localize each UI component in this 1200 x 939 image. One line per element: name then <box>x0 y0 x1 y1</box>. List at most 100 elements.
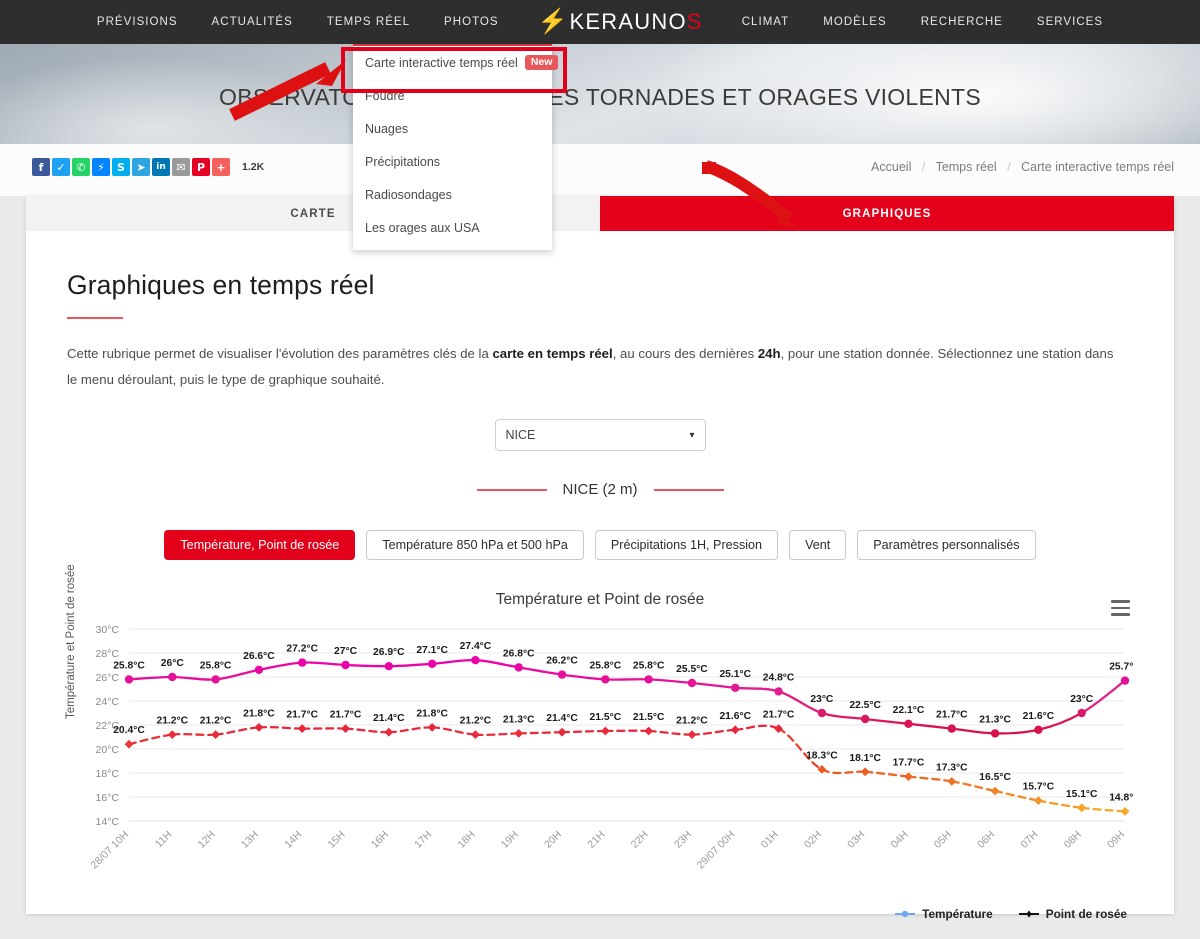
nav-right-group: CLIMAT MODÈLES RECHERCHE SERVICES <box>725 16 1120 28</box>
nav-item-climat[interactable]: CLIMAT <box>725 16 807 28</box>
svg-text:03H: 03H <box>845 829 867 851</box>
top-navigation-bar: PRÉVISIONS ACTUALITÉS TEMPS RÉEL PHOTOS … <box>0 0 1200 44</box>
temperature-dewpoint-chart: Température et Point de rosée Températur… <box>65 565 1133 922</box>
svg-text:19H: 19H <box>499 829 521 851</box>
nav-item-previsions[interactable]: PRÉVISIONS <box>80 16 195 28</box>
nav-item-modeles[interactable]: MODÈLES <box>806 16 903 28</box>
paragraph-bold-carte: carte en temps réel <box>492 346 613 361</box>
svg-text:21.4°C: 21.4°C <box>546 714 578 725</box>
svg-text:21H: 21H <box>585 829 607 851</box>
legend-item-point-de-rosee[interactable]: Point de rosée <box>1018 907 1127 921</box>
dropdown-item-label: Les orages aux USA <box>365 220 480 235</box>
svg-text:27.1°C: 27.1°C <box>416 645 448 656</box>
linkedin-icon[interactable]: in <box>152 158 170 176</box>
svg-text:21.2°C: 21.2°C <box>200 716 232 727</box>
graph-button-vent[interactable]: Vent <box>789 530 847 561</box>
chart-plot-area: 14°C16°C18°C20°C22°C24°C26°C28°C30°C28/0… <box>88 624 1133 872</box>
svg-text:21.5°C: 21.5°C <box>633 712 665 723</box>
legend-label-temperature: Température <box>922 907 993 922</box>
svg-text:21.7°C: 21.7°C <box>936 710 968 721</box>
twitter-icon[interactable]: ✓ <box>52 158 70 176</box>
svg-text:24°C: 24°C <box>96 696 120 708</box>
dropdown-item-orages-usa[interactable]: Les orages aux USA <box>353 211 552 244</box>
svg-text:09H: 09H <box>1105 829 1127 851</box>
email-icon[interactable]: ✉ <box>172 158 190 176</box>
site-logo[interactable]: ⚡ KERAUNOS <box>516 9 725 35</box>
svg-text:23°C: 23°C <box>810 694 834 705</box>
legend-marker-temperature <box>895 911 916 918</box>
svg-text:27.4°C: 27.4°C <box>460 642 492 653</box>
svg-text:21.7°C: 21.7°C <box>286 710 318 721</box>
station-rule-right <box>653 489 724 491</box>
graph-type-button-row: Température, Point de rosée Température … <box>67 530 1133 561</box>
svg-text:05H: 05H <box>932 829 954 851</box>
chart-title: Température et Point de rosée <box>495 591 705 609</box>
graph-button-precipitations-pression[interactable]: Précipitations 1H, Pression <box>594 530 779 561</box>
tab-graphiques[interactable]: GRAPHIQUES <box>600 196 1174 231</box>
nav-item-temps-reel[interactable]: TEMPS RÉEL <box>310 16 427 28</box>
svg-text:17.3°C: 17.3°C <box>936 763 968 774</box>
nav-left-group: PRÉVISIONS ACTUALITÉS TEMPS RÉEL PHOTOS <box>80 16 516 28</box>
dropdown-item-foudre[interactable]: Foudre <box>353 79 552 112</box>
svg-text:21.5°C: 21.5°C <box>590 712 622 723</box>
svg-text:20H: 20H <box>542 829 564 851</box>
svg-text:29/07 00H: 29/07 00H <box>695 829 738 872</box>
pinterest-icon[interactable]: P <box>192 158 210 176</box>
legend-item-temperature[interactable]: Température <box>895 907 993 921</box>
svg-text:22.5°C: 22.5°C <box>849 700 881 711</box>
social-share-bar: f ✓ ✆ ⚡ S ➤ in ✉ P + 1.2K <box>32 158 264 176</box>
tab-bar: CARTE GRAPHIQUES <box>26 196 1174 231</box>
svg-text:21.2°C: 21.2°C <box>676 716 708 727</box>
new-badge: New <box>524 54 559 71</box>
breadcrumb-item-current[interactable]: Carte interactive temps réel <box>1021 160 1174 174</box>
svg-text:15H: 15H <box>326 829 348 851</box>
svg-text:21.8°C: 21.8°C <box>243 709 275 720</box>
svg-text:22.1°C: 22.1°C <box>893 705 925 716</box>
page-title: Graphiques en temps réel <box>67 270 375 300</box>
dropdown-item-nuages[interactable]: Nuages <box>353 112 552 145</box>
svg-text:28/07 10H: 28/07 10H <box>88 829 131 872</box>
nav-item-actualites[interactable]: ACTUALITÉS <box>195 16 310 28</box>
paragraph-part-1: Cette rubrique permet de visualiser l'év… <box>67 346 493 361</box>
svg-text:06H: 06H <box>975 829 997 851</box>
graph-button-parametres-personnalises[interactable]: Paramètres personnalisés <box>857 530 1036 561</box>
dropdown-item-precipitations[interactable]: Précipitations <box>353 145 552 178</box>
dropdown-item-label: Foudre <box>365 88 405 103</box>
graph-button-temperature-850-500[interactable]: Température 850 hPa et 500 hPa <box>366 530 584 561</box>
svg-text:24.8°C: 24.8°C <box>763 673 795 684</box>
svg-text:14°C: 14°C <box>96 816 120 828</box>
svg-text:28°C: 28°C <box>96 648 120 660</box>
facebook-icon[interactable]: f <box>32 158 50 176</box>
svg-text:20.4°C: 20.4°C <box>113 726 145 737</box>
share-count: 1.2K <box>242 161 265 173</box>
messenger-icon[interactable]: ⚡ <box>92 158 110 176</box>
svg-text:26.8°C: 26.8°C <box>503 649 535 660</box>
svg-text:26.6°C: 26.6°C <box>243 651 275 662</box>
breadcrumb-separator: / <box>921 160 926 174</box>
share-more-icon[interactable]: + <box>212 158 230 176</box>
brand-wordmark: KERAUNOS <box>569 9 703 34</box>
telegram-icon[interactable]: ➤ <box>132 158 150 176</box>
svg-text:21.4°C: 21.4°C <box>373 714 405 725</box>
dropdown-item-carte-interactive[interactable]: Carte interactive temps réel New <box>353 46 559 79</box>
svg-text:16H: 16H <box>369 829 391 851</box>
whatsapp-icon[interactable]: ✆ <box>72 158 90 176</box>
breadcrumb-item-temps-reel[interactable]: Temps réel <box>936 160 997 174</box>
skype-icon[interactable]: S <box>112 158 130 176</box>
legend-marker-point-de-rosee <box>1018 910 1039 919</box>
breadcrumb-item-accueil[interactable]: Accueil <box>871 160 911 174</box>
nav-item-photos[interactable]: PHOTOS <box>427 16 516 28</box>
nav-item-services[interactable]: SERVICES <box>1020 16 1120 28</box>
nav-item-recherche[interactable]: RECHERCHE <box>904 16 1020 28</box>
svg-text:18.3°C: 18.3°C <box>806 751 838 762</box>
svg-text:25.8°C: 25.8°C <box>633 661 665 672</box>
svg-text:21.8°C: 21.8°C <box>416 709 448 720</box>
svg-text:11H: 11H <box>153 829 175 851</box>
svg-text:14H: 14H <box>282 829 304 851</box>
svg-text:27.2°C: 27.2°C <box>286 644 318 655</box>
svg-text:15.7°C: 15.7°C <box>1023 782 1055 793</box>
graph-button-temperature-rosee[interactable]: Température, Point de rosée <box>164 530 356 561</box>
dropdown-item-radiosondages[interactable]: Radiosondages <box>353 178 552 211</box>
station-select[interactable]: NICE ▾ <box>494 419 706 452</box>
svg-text:12H: 12H <box>196 829 218 851</box>
